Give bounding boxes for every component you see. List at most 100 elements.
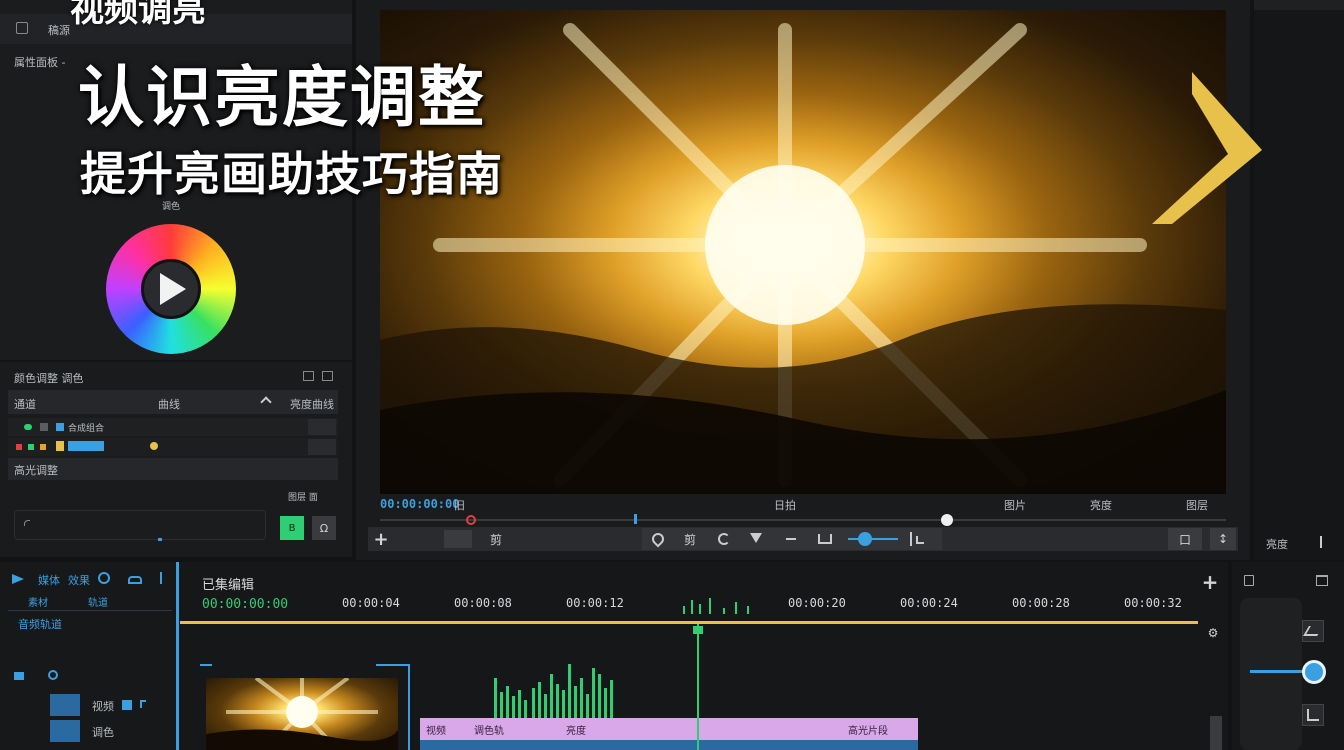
in-point-marker[interactable]: [466, 515, 476, 525]
tracks-header-a[interactable]: 媒体: [38, 572, 60, 588]
lock-icon[interactable]: [40, 423, 48, 431]
track-v1-link-icon[interactable]: [140, 700, 146, 708]
sun-rays: [380, 23, 1226, 494]
overlay-title: 认识亮度调整: [78, 59, 486, 136]
timeline-playhead-handle[interactable]: [693, 626, 703, 634]
expand-icon[interactable]: [303, 371, 314, 381]
ruler-tick-label: 00:00:24: [900, 596, 958, 610]
copy-icon[interactable]: [1244, 575, 1254, 586]
right-label-c[interactable]: 图层: [1186, 497, 1208, 513]
right-label-a[interactable]: 图片: [1004, 497, 1026, 513]
center-label: 日拍: [774, 499, 796, 512]
marker-icon[interactable]: [750, 533, 762, 543]
expand-button[interactable]: ↕: [1210, 528, 1236, 550]
overlay-subtitle: 提升亮画助技巧指南: [80, 147, 503, 201]
visible-icon[interactable]: [24, 424, 32, 430]
scrub-track[interactable]: [380, 519, 1226, 521]
ruler-tick-label: 00:00:20: [788, 596, 846, 610]
audio-waveform[interactable]: [492, 660, 616, 718]
section-label[interactable]: 属性面板 -: [14, 54, 65, 70]
timeline-add-button[interactable]: +: [1200, 570, 1220, 594]
clip-label-c: 亮度: [566, 726, 586, 737]
effect-clip-lane[interactable]: [420, 740, 918, 750]
marker[interactable]: [634, 514, 637, 524]
tracks-list-label: 音频轨道: [18, 618, 62, 631]
row2-action[interactable]: [308, 439, 336, 455]
crop-button[interactable]: 剪: [486, 529, 506, 549]
panel-divider[interactable]: [176, 562, 179, 750]
timeline-timecode: 00:00:00:00: [202, 597, 289, 612]
tag-icon: [56, 441, 64, 451]
timeline-playhead[interactable]: [697, 624, 699, 750]
right-label-b[interactable]: 亮度: [1090, 497, 1112, 513]
chevron-right-icon[interactable]: [1152, 72, 1266, 228]
search-icon[interactable]: [98, 572, 110, 584]
loop-icon[interactable]: [718, 533, 730, 545]
slider-field[interactable]: [14, 510, 266, 540]
tracks-header-b[interactable]: 效果: [68, 572, 90, 588]
progress-bar[interactable]: [68, 441, 104, 451]
tracks-panel: [0, 562, 176, 750]
ruler-tick-label: 00:00:32: [1124, 596, 1182, 610]
track-v1-label: 视频: [92, 700, 114, 713]
playhead[interactable]: [940, 514, 953, 526]
play-icon: [160, 273, 186, 305]
keyframe-icon[interactable]: [150, 442, 158, 450]
col-a-label[interactable]: 通道: [14, 396, 36, 412]
clip-label-d: 高光片段: [848, 726, 888, 737]
video-clip-thumbnail[interactable]: [206, 678, 398, 750]
volume-track[interactable]: [848, 538, 898, 540]
trim-icon[interactable]: [818, 534, 832, 544]
clip-bracket-top: [376, 664, 410, 666]
slider-marker[interactable]: [158, 538, 162, 541]
grey-button[interactable]: Ω: [312, 516, 336, 540]
split-icon[interactable]: [910, 532, 912, 546]
cut-button[interactable]: 剪: [680, 529, 700, 549]
up-arrow-icon[interactable]: [1320, 536, 1322, 548]
col-b-label[interactable]: 曲线: [158, 396, 180, 412]
window-icon[interactable]: [322, 371, 333, 381]
divider: [8, 610, 172, 611]
fit-button[interactable]: 口: [1168, 528, 1202, 550]
row1-text: 合成组合: [68, 424, 105, 434]
timeline-settings-button[interactable]: ⚙: [1204, 624, 1222, 642]
ruler-tick-label: 00:00:04: [342, 596, 400, 610]
tracks-sub-a[interactable]: 素材: [28, 594, 48, 609]
trash-icon[interactable]: [1316, 575, 1328, 586]
ruler-tick-label: 00:00:08: [454, 596, 512, 610]
col-c-label[interactable]: 亮度曲线: [290, 396, 334, 412]
back-arrow-icon[interactable]: [786, 538, 796, 540]
right-panel-header: [1254, 0, 1344, 10]
right-panel: [1254, 0, 1344, 560]
track-v1-thumb[interactable]: [50, 694, 80, 716]
track-expand-icon[interactable]: [14, 672, 24, 680]
panel-icon[interactable]: [16, 22, 28, 34]
clip-label-b: 调色轨: [474, 726, 504, 737]
tracks-sub-b[interactable]: 轨道: [88, 594, 108, 609]
brightness-slider-panel: [1240, 598, 1302, 750]
curve-icon: [24, 520, 30, 526]
preview-video[interactable]: [380, 10, 1226, 494]
track-v2-thumb[interactable]: [50, 720, 80, 742]
track-v1-lock-icon[interactable]: [122, 700, 132, 710]
brightness-slider-knob[interactable]: [1301, 660, 1326, 684]
orange-dot-icon: [40, 444, 46, 450]
toolbar-field[interactable]: [444, 530, 472, 548]
ruler-tick-label: 00:00:12: [566, 596, 624, 610]
cloud-icon[interactable]: [128, 576, 142, 584]
add-button[interactable]: +: [370, 528, 392, 550]
timeline-scrollbar[interactable]: [1210, 716, 1222, 750]
timeline-ruler-line[interactable]: [180, 621, 1198, 624]
clip-label-a: 视频: [426, 726, 446, 737]
green-button[interactable]: B: [280, 516, 304, 540]
small-label: 图层 面: [288, 493, 318, 503]
track-eye-icon[interactable]: [48, 670, 58, 680]
mark-label[interactable]: 旧: [454, 497, 465, 513]
volume-knob[interactable]: [858, 532, 872, 546]
video-editor-app: { "overlay": { "top_text": "视频调亮", "titl…: [0, 0, 1344, 750]
preview-timecode: 00:00:00:00: [380, 497, 460, 511]
clip-sun-rays: [206, 678, 398, 750]
right-bottom-label: 亮度: [1266, 538, 1288, 551]
row1-action[interactable]: [308, 419, 336, 435]
ruler-peaks: [683, 598, 749, 614]
